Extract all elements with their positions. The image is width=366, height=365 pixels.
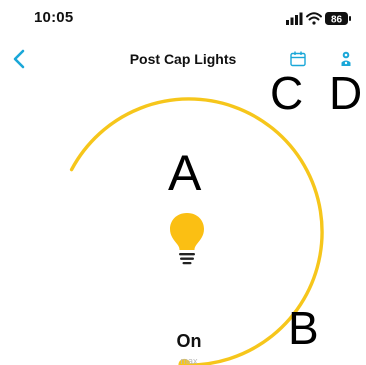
annotation-a: A (168, 145, 202, 201)
light-bulb-icon (170, 213, 204, 265)
power-state-label: On (176, 331, 202, 351)
power-toggle-button[interactable] (165, 210, 209, 266)
app-screen: 10:05 86 Post Cap Lights C D A B On max (0, 0, 366, 365)
brightness-sublabel: max (180, 356, 198, 365)
